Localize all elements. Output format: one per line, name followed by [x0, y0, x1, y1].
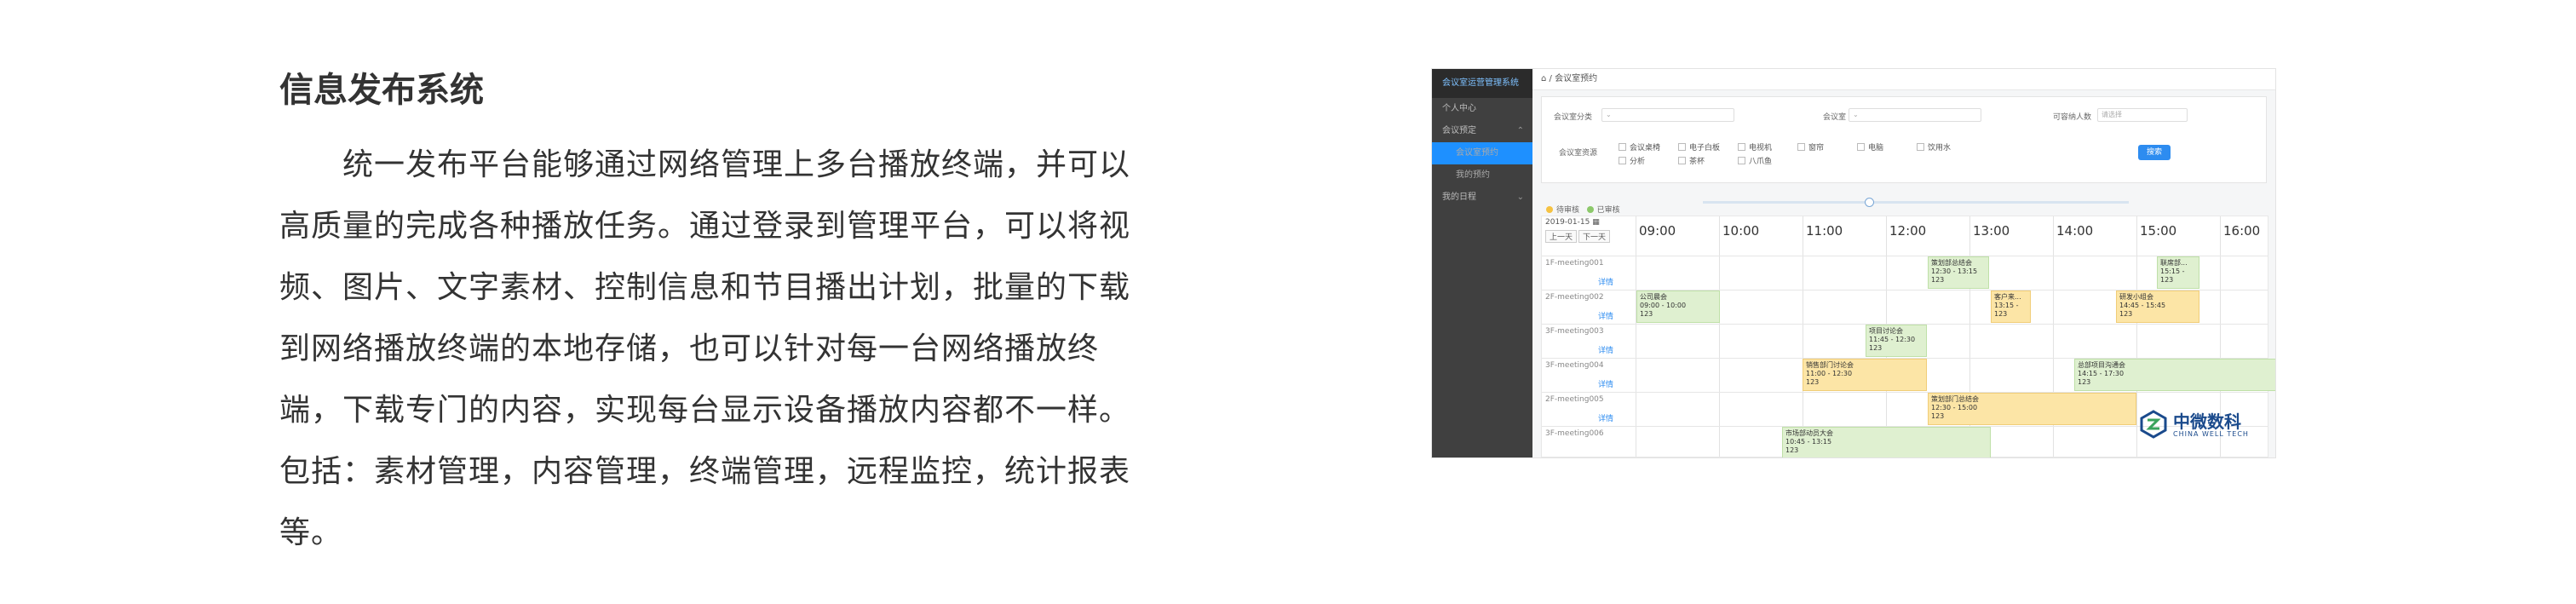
booking-block[interactable]: 客户来... 13:15 -123	[1991, 290, 2031, 323]
chevron-down-icon: ⌄	[1516, 193, 1524, 202]
booking-block[interactable]: 项目讨论会 11:45 - 12:30 123	[1866, 325, 1927, 357]
equipment-checkbox[interactable]: 茶杯	[1678, 155, 1705, 166]
hour-label: 15:00	[2140, 223, 2177, 239]
breadcrumb: ⌂ / 会议室预约	[1532, 69, 2275, 90]
equipment-checkbox[interactable]: 饮用水	[1917, 141, 1951, 152]
sidebar: 会议室运营管理系统 个人中心 会议预定 ⌃ 会议室预约 我的预约 我的日程 ⌄	[1432, 69, 1532, 457]
room-name: 1F-meeting001	[1545, 259, 1604, 267]
sidebar-item-my-booking[interactable]: 我的预约	[1432, 164, 1532, 187]
room-name: 3F-meeting003	[1545, 327, 1604, 336]
sidebar-item-schedule[interactable]: 我的日程 ⌄	[1432, 187, 1532, 209]
equipment-checkbox[interactable]: 电子白板	[1678, 141, 1720, 152]
logo-text-en: CHINA WELL TECH	[2173, 430, 2249, 438]
divider	[1719, 216, 1720, 457]
sidebar-brand: 会议室运营管理系统	[1432, 69, 1532, 98]
room-name: 2F-meeting005	[1545, 395, 1604, 404]
booking-block[interactable]: 研发小组会 14:45 - 15:45 123	[2116, 290, 2199, 323]
sidebar-item-label: 我的预约	[1456, 170, 1490, 180]
sidebar-item-label: 个人中心	[1442, 104, 1476, 113]
document-text: 信息发布系统 统一发布平台能够通过网络管理上多台播放终端，并可以高质量的完成各种…	[279, 65, 1131, 564]
sidebar-item-label: 会议室预约	[1456, 148, 1498, 158]
sidebar-item-label: 我的日程	[1442, 193, 1476, 202]
booking-block[interactable]: 市场部动员大会 10:45 - 13:15 123	[1782, 427, 1991, 457]
equipment-checkbox[interactable]: 分析	[1619, 155, 1645, 166]
hour-label: 09:00	[1639, 223, 1676, 239]
equipment-checkbox[interactable]: 窗帘	[1797, 141, 1824, 152]
area-select[interactable]: ⌄	[1601, 108, 1734, 122]
detail-link[interactable]: 详情	[1598, 276, 1613, 287]
capacity-label: 可容纳人数	[2053, 113, 2092, 122]
company-logo: 中微数科 CHINA WELL TECH	[2139, 406, 2267, 444]
room-label: 会议室	[1823, 113, 1847, 122]
hour-label: 10:00	[1722, 223, 1760, 239]
equipment-checkbox[interactable]: 八爪鱼	[1738, 155, 1772, 166]
booking-block[interactable]: 联席部... 15:15 -123	[2157, 256, 2199, 289]
date-value: 2019-01-15	[1545, 218, 1590, 227]
hour-label: 16:00	[2223, 223, 2261, 239]
detail-link[interactable]: 详情	[1598, 310, 1613, 321]
approved-dot-icon	[1586, 206, 1594, 213]
prev-day-button[interactable]: 上一天	[1545, 230, 1578, 243]
pending-dot-icon	[1546, 206, 1553, 213]
room-name: 3F-meeting004	[1545, 361, 1604, 370]
sidebar-item-label: 会议预定	[1442, 126, 1476, 135]
capacity-select[interactable]: 请选择	[2097, 108, 2188, 122]
hour-label: 11:00	[1806, 223, 1843, 239]
booking-block[interactable]: 销售部门讨论会 11:00 - 12:30 123	[1803, 359, 1927, 391]
legend: 待审核 已审核	[1546, 204, 1620, 215]
chevron-up-icon: ⌃	[1516, 126, 1524, 135]
section-title: 信息发布系统	[279, 70, 484, 110]
detail-link[interactable]: 详情	[1598, 412, 1613, 423]
sidebar-item-booking[interactable]: 会议预定 ⌃	[1432, 120, 1532, 142]
room-name: 3F-meeting006	[1545, 429, 1604, 438]
equipment-label: 会议室资源	[1559, 149, 1598, 158]
legend-approved: 已审核	[1596, 206, 1620, 215]
hour-label: 13:00	[1973, 223, 2010, 239]
logo-text-cn: 中微数科	[2173, 411, 2241, 432]
calendar-icon[interactable]: ▦	[1592, 218, 1600, 227]
equipment-checkbox[interactable]: 电脑	[1857, 141, 1883, 152]
next-day-button[interactable]: 下一天	[1578, 230, 1611, 243]
slider-handle[interactable]	[1865, 198, 1874, 207]
search-button[interactable]: 搜索	[2138, 145, 2171, 160]
room-name: 2F-meeting002	[1545, 293, 1604, 302]
date-picker[interactable]: 2019-01-15 ▦ 上一天 下一天	[1545, 218, 1630, 243]
sidebar-item-room-booking[interactable]: 会议室预约	[1432, 142, 1532, 164]
divider	[1542, 392, 2268, 393]
hour-label: 14:00	[2056, 223, 2094, 239]
area-label: 会议室分类	[1554, 113, 1593, 122]
detail-link[interactable]: 详情	[1598, 378, 1613, 389]
embedded-app-screenshot: 会议室运营管理系统 个人中心 会议预定 ⌃ 会议室预约 我的预约 我的日程 ⌄ ⌂ …	[1431, 68, 2276, 458]
filter-panel: 会议室分类 ⌄ 会议室 ⌄ 可容纳人数 请选择 会议室资源 会议桌椅 电子白板 …	[1541, 96, 2267, 183]
equipment-checkbox[interactable]: 电视机	[1738, 141, 1772, 152]
hour-label: 12:00	[1889, 223, 1927, 239]
breadcrumb-current: 会议室预约	[1555, 74, 1598, 83]
logo-mark-icon	[2140, 410, 2167, 439]
sidebar-item-personal[interactable]: 个人中心	[1432, 98, 1532, 120]
divider	[2136, 216, 2137, 457]
main-area: ⌂ / 会议室预约 会议室分类 ⌄ 会议室 ⌄ 可容纳人数 请选择 会议室资源 …	[1532, 69, 2275, 457]
booking-block[interactable]: 策划部总结会 12:30 - 13:15 123	[1928, 256, 1989, 289]
room-select[interactable]: ⌄	[1849, 108, 1981, 122]
booking-block[interactable]: 公司晨会 09:00 - 10:00 123	[1636, 290, 1720, 323]
legend-pending: 待审核	[1556, 206, 1580, 215]
time-slider[interactable]	[1703, 198, 2129, 207]
booking-block[interactable]: 策划部门总结会 12:30 - 15:00 123	[1928, 393, 2136, 425]
home-icon[interactable]: ⌂	[1541, 74, 1546, 83]
detail-link[interactable]: 详情	[1598, 344, 1613, 355]
booking-block[interactable]: 总部项目沟通会 14:15 - 17:30 123	[2074, 359, 2275, 391]
body-paragraph: 统一发布平台能够通过网络管理上多台播放终端，并可以高质量的完成各种播放任务。通过…	[279, 147, 1131, 550]
equipment-checkbox[interactable]: 会议桌椅	[1619, 141, 1660, 152]
